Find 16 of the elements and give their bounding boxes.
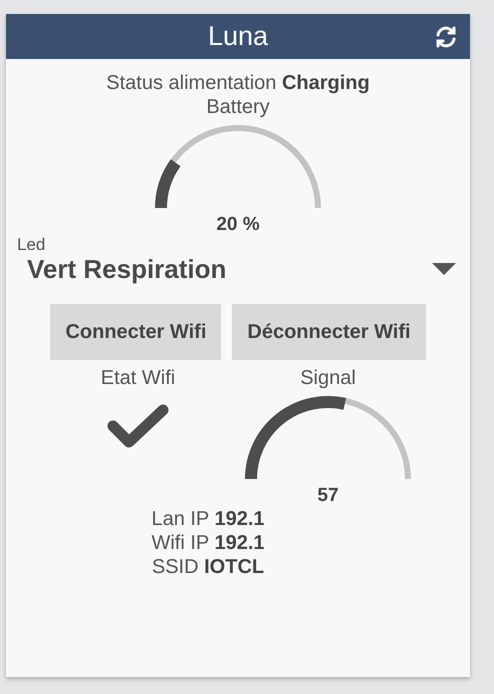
network-info-text: Lan IP 192.1 xyxy=(151,507,265,531)
battery-label: Battery xyxy=(206,95,270,119)
led-select[interactable]: Vert Respiration xyxy=(27,254,456,284)
window-title: Luna xyxy=(208,21,268,52)
battery-reading: 20 % xyxy=(216,214,260,236)
signal-reading: 57 xyxy=(317,485,339,507)
led-label: Led xyxy=(17,236,46,254)
refresh-icon[interactable] xyxy=(434,25,458,49)
wifi-state-label: Etat Wifi xyxy=(100,366,176,390)
power-status-text: Status alimentation Charging xyxy=(106,71,370,95)
network-info-text: SSID IOTCL xyxy=(152,555,264,579)
wifi-button[interactable]: Déconnecter Wifi xyxy=(232,304,426,360)
wifi-button[interactable]: Connecter Wifi xyxy=(50,304,222,360)
network-info-text: Wifi IP 192.1 xyxy=(151,531,265,555)
caret-icon xyxy=(432,263,456,275)
signal-label: Signal xyxy=(300,366,356,390)
